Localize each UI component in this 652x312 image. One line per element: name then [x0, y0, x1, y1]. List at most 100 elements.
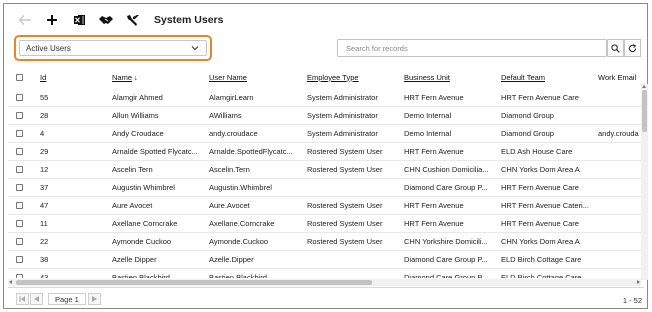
cell-name: Axellane Corncrake	[112, 219, 178, 228]
table-row[interactable]: 47 Aure Avocet Aure.Avocet Rostered System …	[8, 197, 641, 215]
cell-id: 37	[40, 183, 49, 192]
table-row[interactable]: 28 Allun Williams AWilliams System Administ…	[8, 107, 641, 125]
row-select-cell[interactable]	[16, 161, 26, 178]
column-header-label: Business Unit	[404, 72, 450, 82]
cell-name: Azelle Dipper	[112, 255, 157, 264]
row-select-cell[interactable]	[16, 107, 26, 124]
horizontal-scroll-thumb[interactable]	[16, 280, 372, 285]
table-row[interactable]: 22 Aymonde Cuckoo Aymonde.Cuckoo Rostered S…	[8, 233, 641, 251]
previous-page-button[interactable]	[30, 293, 43, 305]
horizontal-scrollbar[interactable]	[8, 279, 641, 286]
row-select-cell[interactable]	[16, 197, 26, 214]
row-checkbox[interactable]	[16, 94, 23, 101]
table-row[interactable]: 43 Bastien Blackbird Bastien.Blackbird Diam…	[8, 269, 641, 278]
scroll-left-icon[interactable]	[9, 280, 12, 284]
cell-id: 38	[40, 255, 49, 264]
assign-button[interactable]	[95, 10, 117, 30]
row-checkbox[interactable]	[16, 220, 23, 227]
table-row[interactable]: 38 Azelle Dipper Azelle.Dipper Diamond Care…	[8, 251, 641, 269]
cell-id: 43	[40, 273, 49, 278]
cell-user-name: Bastien.Blackbird	[209, 273, 267, 278]
table-row[interactable]: 11 Axellane Corncrake Axellane.Corncrake Ro…	[8, 215, 641, 233]
row-select-cell[interactable]	[16, 125, 26, 142]
view-selector-field[interactable]: Active Users	[19, 40, 207, 56]
cell-employee-type: Rostered System User	[307, 219, 383, 228]
first-page-button[interactable]	[16, 293, 29, 305]
cell-employee-type: System Administrator	[307, 129, 378, 138]
vertical-scroll-thumb[interactable]	[642, 90, 647, 132]
cell-work-email	[598, 251, 641, 268]
row-checkbox[interactable]	[16, 130, 23, 137]
column-header-user-name[interactable]: User Name	[209, 67, 305, 87]
wrench-icon	[127, 14, 139, 26]
grid-footer: Page 1 1 - 52	[8, 287, 644, 307]
cell-employee-type: Rostered System User	[307, 147, 383, 156]
page-indicator: Page 1	[48, 293, 86, 305]
next-page-icon	[91, 296, 97, 302]
cell-name: Aymonde Cuckoo	[112, 237, 172, 246]
cell-name: Allun Williams	[112, 111, 159, 120]
cell-default-team: HRT Fern Avenue Care	[501, 183, 579, 192]
select-all-checkbox[interactable]	[16, 73, 23, 81]
row-checkbox[interactable]	[16, 148, 23, 155]
row-select-cell[interactable]	[16, 179, 26, 196]
cell-employee-type	[307, 251, 401, 268]
column-header-work-email[interactable]: Work Email	[598, 67, 641, 87]
row-checkbox[interactable]	[16, 166, 23, 173]
back-arrow-icon	[18, 15, 31, 25]
column-header-label: User Name	[209, 72, 247, 82]
cell-employee-type: Rostered System User	[307, 201, 383, 210]
cell-default-team: ELD Birch Cottage Care	[501, 255, 582, 264]
scroll-up-icon[interactable]	[642, 85, 646, 88]
next-page-button[interactable]	[87, 293, 101, 305]
row-checkbox[interactable]	[16, 238, 23, 245]
refresh-icon	[628, 43, 637, 52]
add-button[interactable]	[41, 10, 63, 30]
excel-icon	[73, 15, 85, 25]
cell-user-name: Axellane.Corncrake	[209, 219, 275, 228]
row-select-cell[interactable]	[16, 215, 26, 232]
export-excel-button[interactable]	[68, 10, 90, 30]
cell-user-name: Augustin.Whimbrel	[209, 183, 272, 192]
column-header-employee-type[interactable]: Employee Type	[307, 67, 401, 87]
select-all-cell[interactable]	[16, 67, 26, 87]
table-row[interactable]: 12 Ascelin Tern Ascelin.Tern Rostered Syste…	[8, 161, 641, 179]
search-button[interactable]	[607, 39, 624, 57]
back-button[interactable]	[14, 10, 36, 30]
column-header-label: Default Team	[501, 72, 546, 82]
cell-default-team: ELD Ash House Care	[501, 147, 573, 156]
row-select-cell[interactable]	[16, 89, 26, 106]
cell-default-team: HRT Fern Avenue Cateri...	[501, 201, 589, 210]
view-selector[interactable]: Active Users	[14, 35, 212, 61]
row-checkbox[interactable]	[16, 202, 23, 209]
toolbar: System Users	[14, 10, 634, 30]
table-row[interactable]: 55 Alamgir Ahmed AlamgirLearn System Admini…	[8, 89, 641, 107]
cell-business-unit: Diamond Care Group P...	[404, 183, 488, 192]
row-select-cell[interactable]	[16, 233, 26, 250]
tools-button[interactable]	[122, 10, 144, 30]
column-header-default-team[interactable]: Default Team	[501, 67, 595, 87]
row-select-cell[interactable]	[16, 251, 26, 268]
column-header-id[interactable]: Id	[40, 67, 90, 87]
row-checkbox[interactable]	[16, 184, 23, 191]
refresh-button[interactable]	[624, 39, 641, 57]
row-checkbox[interactable]	[16, 112, 23, 119]
grid-header: Id Name ↓ User Name Employee Type Busine…	[8, 67, 641, 87]
table-row[interactable]: 37 Augustin Whimbrel Augustin.Whimbrel Diam…	[8, 179, 641, 197]
column-header-name[interactable]: Name ↓	[112, 67, 204, 87]
users-grid: Id Name ↓ User Name Employee Type Busine…	[8, 64, 641, 278]
column-header-business-unit[interactable]: Business Unit	[404, 67, 496, 87]
scroll-right-icon[interactable]	[637, 280, 640, 284]
cell-user-name: Aure.Avocet	[209, 201, 250, 210]
table-row[interactable]: 29 Arnalde Spotted Flycatc... Arnalde.Spot…	[8, 143, 641, 161]
row-select-cell[interactable]	[16, 143, 26, 160]
cell-user-name: AlamgirLearn	[209, 93, 254, 102]
table-row[interactable]: 4 Andy Croudace andy.croudace System Admini…	[8, 125, 641, 143]
search-input[interactable]	[337, 39, 607, 57]
cell-default-team: ELD Birch Cottage Care	[501, 273, 582, 278]
row-checkbox[interactable]	[16, 274, 23, 278]
cell-default-team: Diamond Group	[501, 129, 554, 138]
vertical-scrollbar[interactable]	[641, 84, 648, 280]
row-select-cell[interactable]	[16, 269, 26, 278]
row-checkbox[interactable]	[16, 256, 23, 263]
